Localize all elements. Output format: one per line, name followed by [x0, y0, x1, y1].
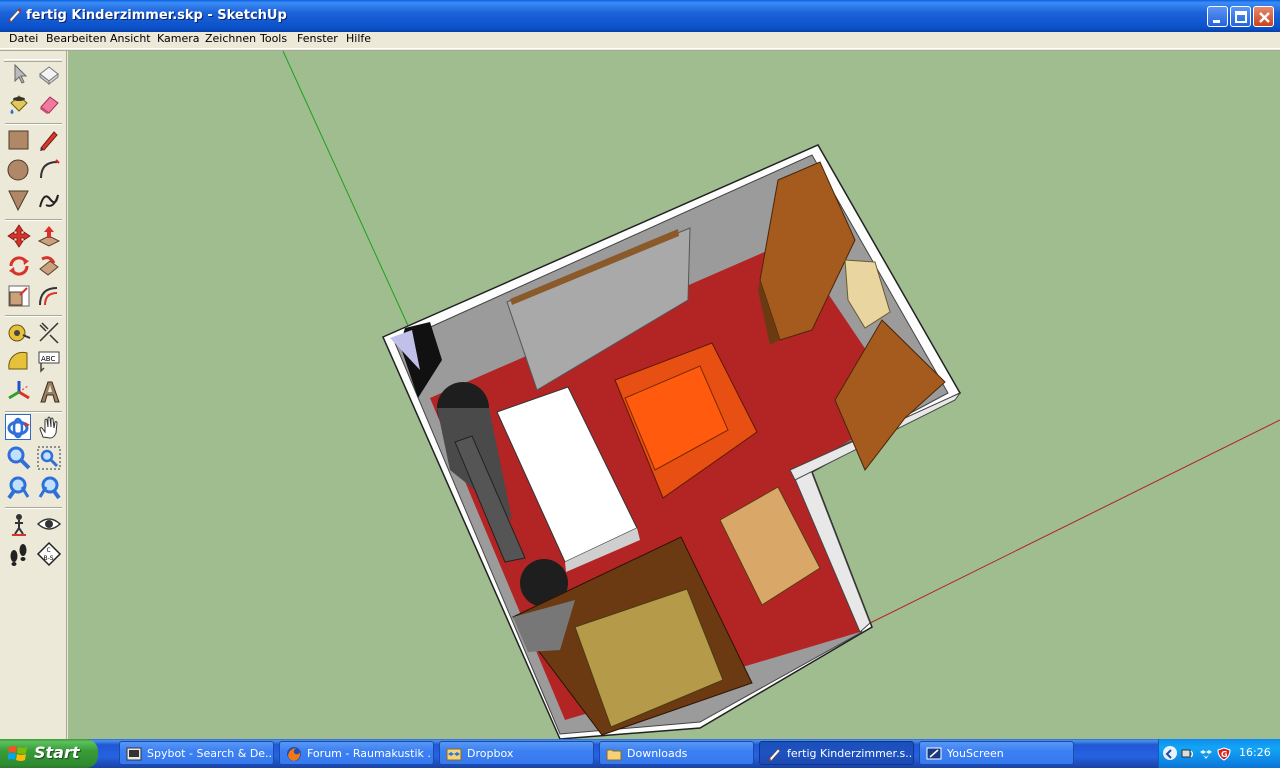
push-pull-tool-button[interactable]: [36, 223, 62, 249]
3d-text-tool-button[interactable]: [36, 379, 62, 405]
menu-tools[interactable]: Tools: [260, 32, 287, 48]
system-tray: G 16:26: [1158, 739, 1280, 768]
window-title: fertig Kinderzimmer.skp - SketchUp: [26, 8, 287, 23]
rectangle-tool-button[interactable]: [6, 127, 32, 153]
toolbar-separator: [5, 219, 62, 221]
text-tool-button[interactable]: ABC: [36, 349, 62, 375]
menu-zeichnen[interactable]: Zeichnen: [205, 32, 256, 48]
select-tool-button[interactable]: [6, 61, 32, 87]
network-icon[interactable]: [1181, 746, 1195, 760]
menu-kamera[interactable]: Kamera: [157, 32, 200, 48]
toolbar-separator: [5, 507, 62, 509]
folder-icon: [606, 746, 622, 762]
line-tool-button[interactable]: [36, 127, 62, 153]
large-tool-set-toolbar: ABC C B-S: [0, 51, 67, 739]
maximize-button[interactable]: [1230, 6, 1251, 27]
model-scene: [282, 51, 1280, 739]
axes-tool-button[interactable]: [6, 379, 32, 405]
green-axis: [282, 51, 411, 331]
menu-bar: Datei Bearbeiten Ansicht Kamera Zeichnen…: [0, 32, 1280, 48]
menu-bearbeiten[interactable]: Bearbeiten: [46, 32, 106, 48]
look-around-tool-button[interactable]: [36, 511, 62, 537]
pan-tool-button[interactable]: [36, 415, 62, 441]
make-component-tool-button[interactable]: [36, 61, 62, 87]
menu-ansicht[interactable]: Ansicht: [110, 32, 151, 48]
svg-text:G: G: [1221, 750, 1228, 759]
freehand-tool-button[interactable]: [36, 187, 62, 213]
previous-view-tool-button[interactable]: [6, 475, 32, 501]
toolbar-separator: [5, 315, 62, 317]
show-hidden-icons-button[interactable]: [1163, 746, 1177, 760]
sketchup-app-icon[interactable]: [6, 7, 22, 23]
tape-measure-tool-button[interactable]: [6, 319, 32, 345]
youscreen-icon: [926, 746, 942, 762]
toolbar-separator: [5, 123, 62, 125]
title-bar: fertig Kinderzimmer.skp - SketchUp: [0, 0, 1280, 32]
rotate-tool-button[interactable]: [6, 253, 32, 279]
zoom-tool-button[interactable]: [6, 445, 32, 471]
menu-hilfe[interactable]: Hilfe: [346, 32, 371, 48]
svg-text:C: C: [47, 547, 51, 554]
move-tool-button[interactable]: [6, 223, 32, 249]
zoom-window-tool-button[interactable]: [36, 445, 62, 471]
taskbar-button-dropbox[interactable]: Dropbox: [439, 741, 594, 765]
orbit-tool-button[interactable]: [5, 414, 31, 440]
scale-tool-button[interactable]: [6, 283, 32, 309]
menu-fenster[interactable]: Fenster: [297, 32, 338, 48]
security-shield-icon[interactable]: G: [1217, 746, 1231, 761]
sketchup-icon: [766, 746, 782, 762]
room-model[interactable]: [382, 144, 962, 739]
taskbar: Start Spybot - Search & De... Forum - Ra…: [0, 739, 1280, 768]
drawing-viewport[interactable]: [68, 51, 1280, 739]
start-button[interactable]: Start: [0, 739, 98, 768]
polygon-tool-button[interactable]: [6, 187, 32, 213]
eraser-tool-button[interactable]: [36, 91, 62, 117]
toolbar-separator: [5, 411, 62, 413]
offset-tool-button[interactable]: [36, 283, 62, 309]
dimension-tool-button[interactable]: [36, 319, 62, 345]
position-camera-tool-button[interactable]: [6, 511, 32, 537]
start-label: Start: [34, 743, 80, 762]
next-view-tool-button[interactable]: [36, 475, 62, 501]
minimize-button[interactable]: [1207, 6, 1228, 27]
taskbar-label: Forum - Raumakustik ...: [307, 747, 431, 760]
taskbar-button-youscreen[interactable]: YouScreen: [919, 741, 1074, 765]
svg-text:ABC: ABC: [41, 355, 55, 363]
red-axis: [859, 419, 1280, 629]
dropbox-tray-icon[interactable]: [1199, 746, 1213, 760]
taskbar-button-firefox[interactable]: Forum - Raumakustik ...: [279, 741, 434, 765]
taskbar-button-spybot[interactable]: Spybot - Search & De...: [119, 741, 274, 765]
taskbar-button-downloads[interactable]: Downloads: [599, 741, 754, 765]
follow-me-tool-button[interactable]: [36, 253, 62, 279]
taskbar-label: YouScreen: [947, 747, 1004, 760]
windows-logo-icon: [7, 745, 28, 763]
paint-bucket-tool-button[interactable]: [6, 91, 32, 117]
taskbar-label: Downloads: [627, 747, 688, 760]
section-plane-tool-button[interactable]: C B-S: [36, 541, 62, 567]
svg-text:B-S: B-S: [44, 555, 54, 562]
menu-datei[interactable]: Datei: [9, 32, 38, 48]
taskbar-button-sketchup[interactable]: fertig Kinderzimmer.s...: [759, 741, 914, 765]
taskbar-label: Spybot - Search & De...: [147, 747, 271, 760]
taskbar-label: fertig Kinderzimmer.s...: [787, 747, 911, 760]
walk-tool-button[interactable]: [6, 541, 32, 567]
dropbox-icon: [446, 746, 462, 762]
firefox-icon: [286, 746, 302, 762]
clock: 16:26: [1239, 746, 1271, 759]
close-button[interactable]: [1253, 6, 1274, 27]
arc-tool-button[interactable]: [36, 157, 62, 183]
circle-tool-button[interactable]: [6, 157, 32, 183]
protractor-tool-button[interactable]: [6, 349, 32, 375]
spybot-icon: [126, 746, 142, 762]
taskbar-label: Dropbox: [467, 747, 514, 760]
